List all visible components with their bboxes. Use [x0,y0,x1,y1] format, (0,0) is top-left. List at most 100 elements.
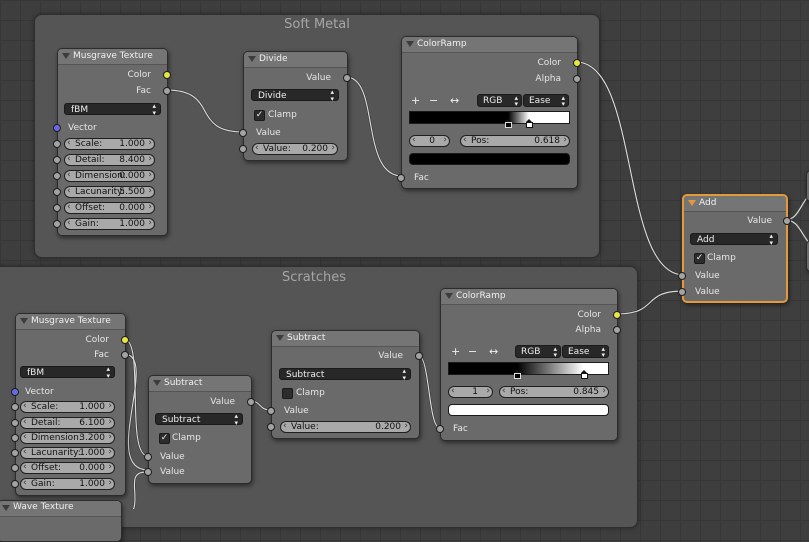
node-colorramp-2[interactable]: ColorRamp Color Alpha + − ↔ RGB ▴ ▾ Ease ▴ ▾… [436,288,621,441]
output-color-socket[interactable] [573,59,581,67]
input-value1-socket[interactable] [678,272,686,280]
output-fac-socket[interactable] [121,351,129,359]
output-value-socket[interactable] [783,217,791,225]
collapse-triangle-icon[interactable] [276,335,284,341]
remove-stop-icon[interactable]: − [429,95,438,106]
node-header[interactable]: Divide [244,52,347,68]
node-add[interactable]: Add Value Add ▴ ▾ ✓ Clamp Value Value [678,194,791,303]
output-color-socket[interactable] [163,71,171,79]
offset-field[interactable]: Offset: 0.000 [64,202,155,214]
add-stop-icon[interactable]: + [451,346,460,357]
node-subtract-2[interactable]: Subtract Value Subtract ▴▾ Clamp Value V… [267,330,423,439]
color-stop-handle[interactable] [580,370,588,379]
interpolation-dropdown[interactable]: Ease ▴ ▾ [523,94,569,108]
color-mode-dropdown[interactable]: RGB ▴ ▾ [515,345,561,359]
output-alpha-socket[interactable] [613,326,621,334]
offset-field[interactable]: Offset: 0.000 [20,462,115,474]
operation-dropdown[interactable]: Subtract ▴ ▾ [155,413,243,427]
clamp-checkbox[interactable] [282,388,293,399]
input-scale-socket[interactable] [11,403,19,411]
interpolation-dropdown[interactable]: Ease ▴ ▾ [562,345,609,359]
output-value-socket[interactable] [343,74,351,82]
output-color-socket[interactable] [121,336,129,344]
input-value-socket[interactable] [239,129,247,137]
stop-color-swatch[interactable] [409,153,570,165]
collapse-triangle-icon[interactable] [2,505,10,511]
node-header[interactable]: Wave Texture [0,501,121,517]
collapse-triangle-icon[interactable] [688,200,696,206]
output-color-socket[interactable] [613,311,621,319]
color-stop-handle[interactable] [526,119,534,128]
node-subtract-1[interactable]: Subtract Value Subtract ▴ ▾ ✓ Clamp Value… [144,375,255,484]
output-value-socket[interactable] [415,352,423,360]
color-stop-handle[interactable] [504,119,512,128]
node-header[interactable]: Subtract [272,331,419,347]
node-header[interactable]: ColorRamp [441,289,617,305]
input-fac-socket[interactable] [436,425,444,433]
input-gain-socket[interactable] [53,220,61,228]
detail-field[interactable]: Detail: 6.100 [20,417,115,429]
value-field[interactable]: Value: 0.200 [280,421,411,433]
input-offset-socket[interactable] [53,204,61,212]
input-lacunarity-socket[interactable] [53,188,61,196]
collapse-triangle-icon[interactable] [62,53,70,59]
collapse-triangle-icon[interactable] [248,56,256,62]
scale-field[interactable]: Scale: 1.000 [20,401,115,413]
collapse-triangle-icon[interactable] [153,380,161,386]
gain-field[interactable]: Gain: 1.000 [64,218,155,230]
node-musgrave-texture-2[interactable]: Musgrave Texture Color Fac fBM ▴ ▾ Vector… [11,313,129,496]
node-partial-bottom[interactable]: Wave Texture [0,500,122,542]
dimension-field[interactable]: Dimension:0.000 [64,170,155,182]
clamp-checkbox[interactable]: ✓ [159,433,170,444]
input-detail-socket[interactable] [11,419,19,427]
operation-dropdown[interactable]: Subtract ▴ ▾ [279,368,411,382]
input-value2-socket[interactable] [239,145,247,153]
collapse-triangle-icon[interactable] [20,318,28,324]
node-colorramp-1[interactable]: ColorRamp Color Alpha + − ↔ RGB ▴ ▾ Ease ▴ ▾… [397,36,581,189]
input-offset-socket[interactable] [11,464,19,472]
lacunarity-field[interactable]: Lacunarity:5.500 [64,186,155,198]
remove-stop-icon[interactable]: − [468,346,477,357]
flip-ramp-icon[interactable]: ↔ [450,95,459,106]
musgrave-type-dropdown[interactable]: fBM ▴ ▾ [20,366,115,380]
stop-position-field[interactable]: Pos: 0.845 [499,386,609,398]
clamp-checkbox[interactable]: ✓ [694,253,705,264]
dimension-field[interactable]: Dimension:3.200 [20,432,115,444]
input-vector-socket[interactable] [53,124,61,132]
node-header[interactable]: Musgrave Texture [58,49,167,65]
node-musgrave-texture-1[interactable]: Musgrave Texture Color Fac fBM ▴ ▾ Vector… [53,48,171,236]
input-gain-socket[interactable] [11,480,19,488]
stop-color-swatch[interactable] [448,404,609,416]
input-value-socket[interactable] [267,407,275,415]
output-alpha-socket[interactable] [573,75,581,83]
lacunarity-field[interactable]: Lacunarity:1.000 [20,447,115,459]
input-detail-socket[interactable] [53,156,61,164]
node-header[interactable]: Musgrave Texture [16,314,125,330]
input-vector-socket[interactable] [11,388,19,396]
color-stop-handle[interactable] [513,370,521,379]
input-value1-socket[interactable] [144,453,152,461]
collapse-triangle-icon[interactable] [445,293,453,299]
stop-position-field[interactable]: Pos: 0.618 [460,135,570,147]
output-value-socket[interactable] [247,398,255,406]
input-dimension-socket[interactable] [53,172,61,180]
input-lacunarity-socket[interactable] [11,449,19,457]
input-value2-socket[interactable] [144,468,152,476]
node-header[interactable]: Add [684,196,786,212]
musgrave-type-dropdown[interactable]: fBM ▴ ▾ [64,103,161,117]
flip-ramp-icon[interactable]: ↔ [489,346,498,357]
input-scale-socket[interactable] [53,140,61,148]
node-header[interactable]: Subtract [149,376,251,392]
output-fac-socket[interactable] [163,87,171,95]
color-ramp-gradient[interactable] [409,111,570,124]
collapse-triangle-icon[interactable] [406,41,414,47]
input-fac-socket[interactable] [397,174,405,182]
clamp-checkbox[interactable]: ✓ [254,110,265,121]
input-value2-socket[interactable] [678,288,686,296]
gain-field[interactable]: Gain: 1.000 [20,478,115,490]
operation-dropdown[interactable]: Add ▴ ▾ [690,233,778,247]
value-field[interactable]: Value: 0.200 [252,143,338,155]
operation-dropdown[interactable]: Divide ▴ ▾ [251,89,339,103]
color-mode-dropdown[interactable]: RGB ▴ ▾ [477,94,522,108]
stop-index-field[interactable]: 0 [409,135,450,147]
